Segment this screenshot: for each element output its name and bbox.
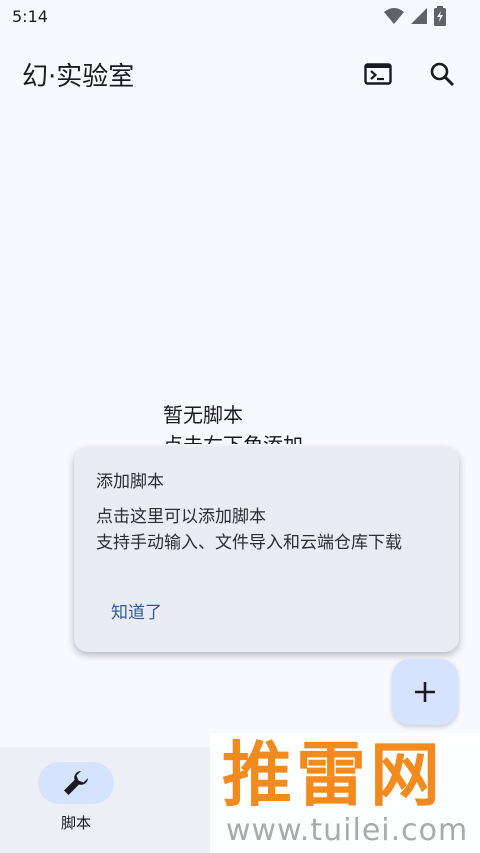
tooltip-body-line1: 点击这里可以添加脚本 — [96, 507, 266, 527]
wrench-icon — [64, 771, 88, 795]
add-script-tooltip: 添加脚本 点击这里可以添加脚本 支持手动输入、文件导入和云端仓库下载 知道了 — [74, 447, 459, 652]
tooltip-title: 添加脚本 — [96, 472, 164, 492]
tooltip-body: 点击这里可以添加脚本 支持手动输入、文件导入和云端仓库下载 — [96, 504, 402, 556]
search-icon — [430, 62, 455, 87]
tooltip-body-line2: 支持手动输入、文件导入和云端仓库下载 — [96, 533, 402, 553]
status-icons — [384, 6, 446, 26]
app-bar: 幻·实验室 — [0, 34, 480, 114]
terminal-icon — [364, 63, 392, 85]
signal-icon — [411, 8, 427, 24]
empty-state: 暂无脚本 点击右下角添加 — [163, 400, 303, 444]
wifi-icon — [384, 8, 404, 24]
watermark-text: 推雷网 — [222, 734, 444, 816]
terminal-button[interactable] — [358, 54, 398, 94]
nav-indicator — [38, 762, 114, 804]
app-title: 幻·实验室 — [22, 62, 135, 92]
status-bar: 5:14 — [0, 0, 480, 34]
empty-state-hint: 点击右下角添加 — [163, 430, 303, 444]
nav-label-scripts: 脚本 — [60, 814, 91, 832]
watermark-url: www.tuilei.com — [226, 813, 469, 848]
status-time: 5:14 — [12, 7, 48, 26]
empty-state-title: 暂无脚本 — [163, 403, 243, 427]
add-icon — [415, 682, 435, 702]
add-script-fab[interactable] — [392, 659, 458, 725]
search-button[interactable] — [422, 54, 462, 94]
watermark: 推雷网 www.tuilei.com — [210, 733, 480, 853]
battery-icon — [434, 6, 446, 26]
nav-item-scripts[interactable]: 脚本 — [38, 762, 114, 833]
got-it-button[interactable]: 知道了 — [111, 598, 162, 623]
